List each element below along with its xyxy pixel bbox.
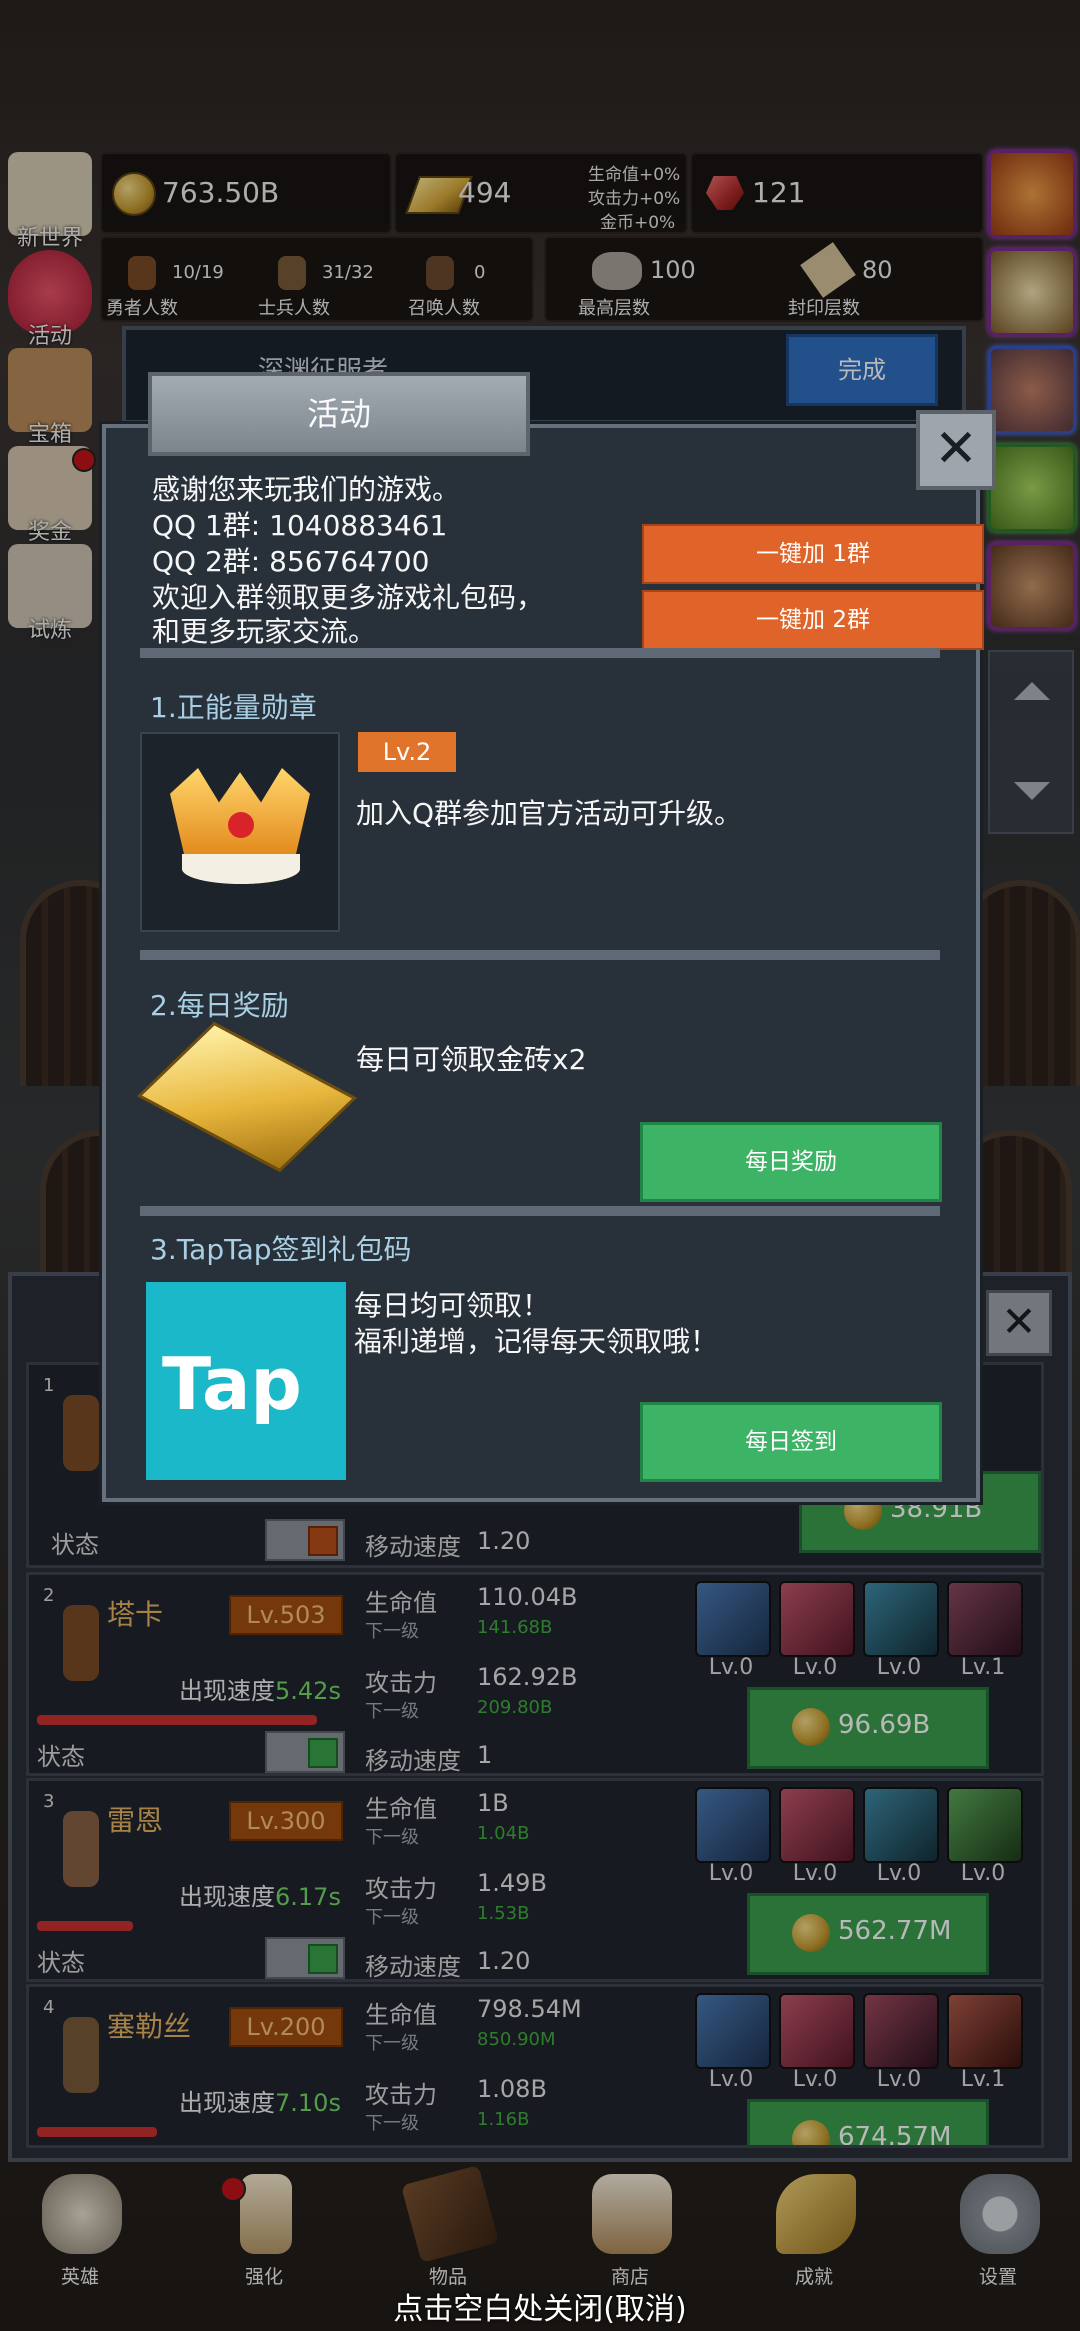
modal-close-icon[interactable]: ✕	[916, 410, 996, 490]
modal-title: 活动	[306, 395, 371, 433]
join-group-2-button[interactable]: 一键加 2群	[642, 590, 984, 650]
crown-cloth	[182, 854, 300, 884]
taptap-description: 福利递增，记得每天领取哦！	[354, 1325, 719, 1358]
section-divider	[140, 950, 940, 960]
daily-description: 每日可领取金砖x2	[356, 1043, 587, 1076]
intro-section: 感谢您来玩我们的游戏。 QQ 1群: 1040883461 QQ 2群: 856…	[106, 428, 984, 658]
daily-section-title: 2.每日奖励	[150, 989, 289, 1022]
taptap-logo-text: Tap	[162, 1342, 302, 1426]
modal-title-tab: 活动	[148, 372, 530, 456]
crown-shape	[170, 768, 310, 854]
taptap-section-title: 3.TapTap签到礼包码	[150, 1233, 412, 1266]
section-divider	[140, 648, 940, 658]
crown-medal-icon	[140, 732, 340, 932]
medal-section-title: 1.正能量勋章	[150, 691, 317, 724]
intro-line: 感谢您来玩我们的游戏。	[152, 473, 461, 506]
daily-reward-button[interactable]: 每日奖励	[640, 1122, 942, 1202]
medal-description: 加入Q群参加官方活动可升级。	[356, 797, 743, 830]
crown-gem	[228, 812, 254, 838]
daily-checkin-button[interactable]: 每日签到	[640, 1402, 942, 1482]
join-group-1-button[interactable]: 一键加 1群	[642, 524, 984, 584]
close-hint: 点击空白处关闭(取消)	[393, 2292, 687, 2327]
section-divider	[140, 1206, 940, 1216]
qq-group-1: QQ 1群: 1040883461	[152, 509, 448, 542]
medal-level-badge: Lv.2	[358, 732, 456, 772]
taptap-description: 每日均可领取！	[354, 1289, 551, 1322]
intro-line: 和更多玩家交流。	[152, 615, 377, 648]
taptap-logo: Tap	[146, 1282, 346, 1480]
qq-group-2: QQ 2群: 856764700	[152, 545, 430, 578]
